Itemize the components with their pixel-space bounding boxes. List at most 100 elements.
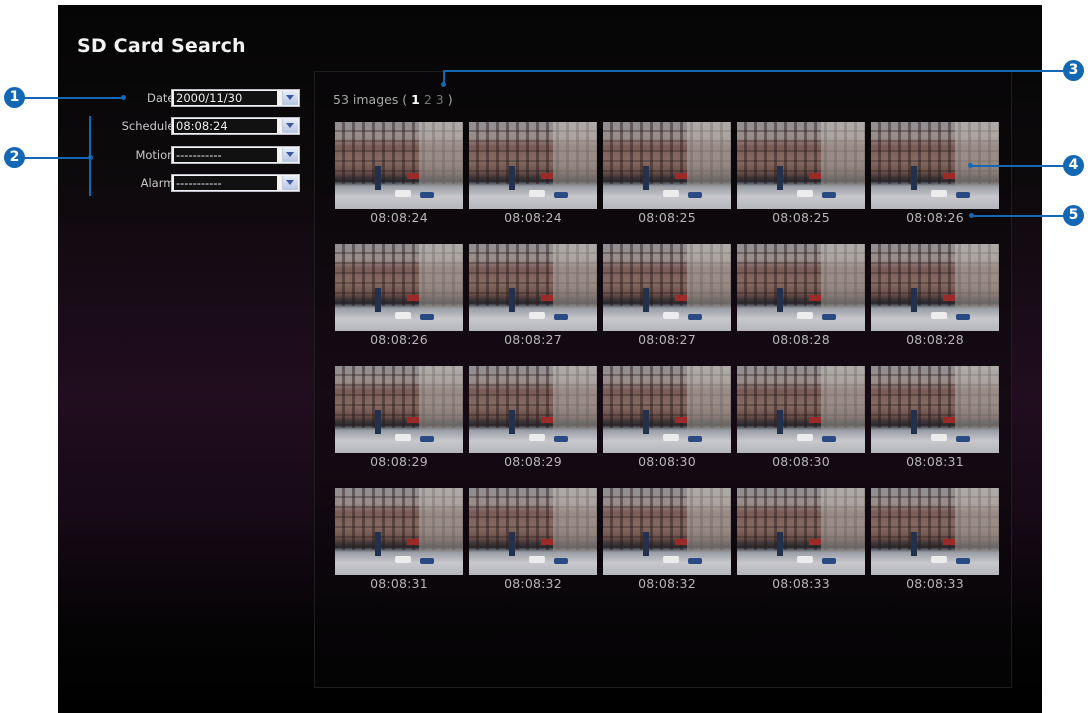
callout-dot-5 [969,213,974,218]
thumbnail-detail [643,410,649,434]
thumbnail-detail [797,312,813,319]
thumbnail-detail [931,312,947,319]
chevron-down-icon[interactable] [282,91,298,105]
thumbnail-item[interactable]: 08:08:26 [871,122,999,226]
thumbnail-timestamp: 08:08:25 [638,210,696,225]
thumbnail-detail [797,556,813,563]
thumbnail-detail [509,288,515,312]
thumbnail-item[interactable]: 08:08:32 [469,488,597,592]
snapshot-thumbnail[interactable] [603,488,731,575]
thumbnail-detail [822,314,836,320]
date-select[interactable]: 2000/11/30 [171,89,300,107]
snapshot-thumbnail[interactable] [603,122,731,209]
thumbnail-item[interactable]: 08:08:29 [335,366,463,470]
thumbnail-detail [541,173,553,179]
snapshot-thumbnail[interactable] [469,488,597,575]
motion-select[interactable]: ----------- [171,146,300,164]
thumbnail-detail [554,314,568,320]
snapshot-thumbnail[interactable] [603,366,731,453]
thumbnail-item[interactable]: 08:08:30 [737,366,865,470]
thumbnail-timestamp: 08:08:30 [638,454,696,469]
snapshot-thumbnail[interactable] [469,244,597,331]
page-link-3[interactable]: 3 [436,92,444,107]
snapshot-thumbnail[interactable] [871,488,999,575]
thumbnail-detail [688,558,702,564]
thumbnail-timestamp: 08:08:29 [370,454,428,469]
thumbnail-item[interactable]: 08:08:25 [603,122,731,226]
snapshot-thumbnail[interactable] [603,244,731,331]
thumbnail-detail [509,166,515,190]
thumbnail-detail [675,295,687,301]
thumbnail-detail [420,192,434,198]
snapshot-thumbnail[interactable] [737,488,865,575]
snapshot-thumbnail[interactable] [335,366,463,453]
callout-badge-3: 3 [1063,60,1084,81]
thumbnail-item[interactable]: 08:08:27 [469,244,597,348]
alarm-select[interactable]: ----------- [171,174,300,192]
thumbnail-item[interactable]: 08:08:25 [737,122,865,226]
thumbnail-detail [943,173,955,179]
thumbnail-item[interactable]: 08:08:28 [871,244,999,348]
chevron-down-icon[interactable] [282,119,298,133]
thumbnail-detail [943,295,955,301]
thumbnail-item[interactable]: 08:08:30 [603,366,731,470]
thumbnail-item[interactable]: 08:08:33 [737,488,865,592]
image-count-text: 53 images ( [333,92,408,107]
thumbnail-timestamp: 08:08:31 [906,454,964,469]
thumbnail-timestamp: 08:08:26 [370,332,428,347]
thumbnail-item[interactable]: 08:08:31 [335,488,463,592]
thumbnail-detail [675,539,687,545]
snapshot-thumbnail[interactable] [469,122,597,209]
alarm-filter-row: Alarm : ----------- [58,174,300,192]
thumbnail-detail [809,417,821,423]
schedule-select-value: 08:08:24 [174,119,277,133]
thumbnail-timestamp: 08:08:27 [638,332,696,347]
snapshot-thumbnail[interactable] [737,244,865,331]
thumbnail-detail [420,436,434,442]
schedule-filter-row: Schedule : 08:08:24 [58,117,300,135]
thumbnail-item[interactable]: 08:08:29 [469,366,597,470]
date-select-value: 2000/11/30 [174,91,277,105]
sd-card-search-app: SD Card Search Date : 2000/11/30 Schedul… [58,5,1042,713]
page-link-2[interactable]: 2 [424,92,432,107]
snapshot-thumbnail[interactable] [335,122,463,209]
thumbnail-item[interactable]: 08:08:24 [469,122,597,226]
thumbnail-item[interactable]: 08:08:27 [603,244,731,348]
thumbnail-detail [420,558,434,564]
thumbnail-detail [809,173,821,179]
thumbnail-item[interactable]: 08:08:31 [871,366,999,470]
snapshot-thumbnail[interactable] [737,366,865,453]
thumbnail-timestamp: 08:08:32 [638,576,696,591]
image-count: 53 images ( 1 2 3 ) [333,92,453,107]
thumbnail-detail [663,556,679,563]
callout-line-4 [971,165,1065,167]
chevron-down-icon[interactable] [282,148,298,162]
snapshot-thumbnail[interactable] [469,366,597,453]
snapshot-thumbnail[interactable] [335,244,463,331]
thumbnail-detail [375,288,381,312]
snapshot-thumbnail[interactable] [871,366,999,453]
thumbnail-timestamp: 08:08:32 [504,576,562,591]
callout-dot-2 [88,155,93,160]
callout-badge-1: 1 [4,87,25,108]
thumbnail-detail [931,434,947,441]
snapshot-thumbnail[interactable] [871,244,999,331]
thumbnail-detail [554,192,568,198]
motion-label: Motion : [135,148,182,162]
thumbnail-detail [663,434,679,441]
thumbnail-detail [395,190,411,197]
snapshot-thumbnail[interactable] [737,122,865,209]
thumbnail-item[interactable]: 08:08:33 [871,488,999,592]
thumbnail-item[interactable]: 08:08:28 [737,244,865,348]
thumbnail-detail [407,173,419,179]
page-link-1[interactable]: 1 [411,92,420,107]
thumbnail-detail [943,539,955,545]
schedule-select[interactable]: 08:08:24 [171,117,300,135]
snapshot-thumbnail[interactable] [335,488,463,575]
thumbnail-item[interactable]: 08:08:32 [603,488,731,592]
thumbnail-detail [643,532,649,556]
thumbnail-timestamp: 08:08:33 [772,576,830,591]
thumbnail-item[interactable]: 08:08:26 [335,244,463,348]
chevron-down-icon[interactable] [282,176,298,190]
thumbnail-item[interactable]: 08:08:24 [335,122,463,226]
